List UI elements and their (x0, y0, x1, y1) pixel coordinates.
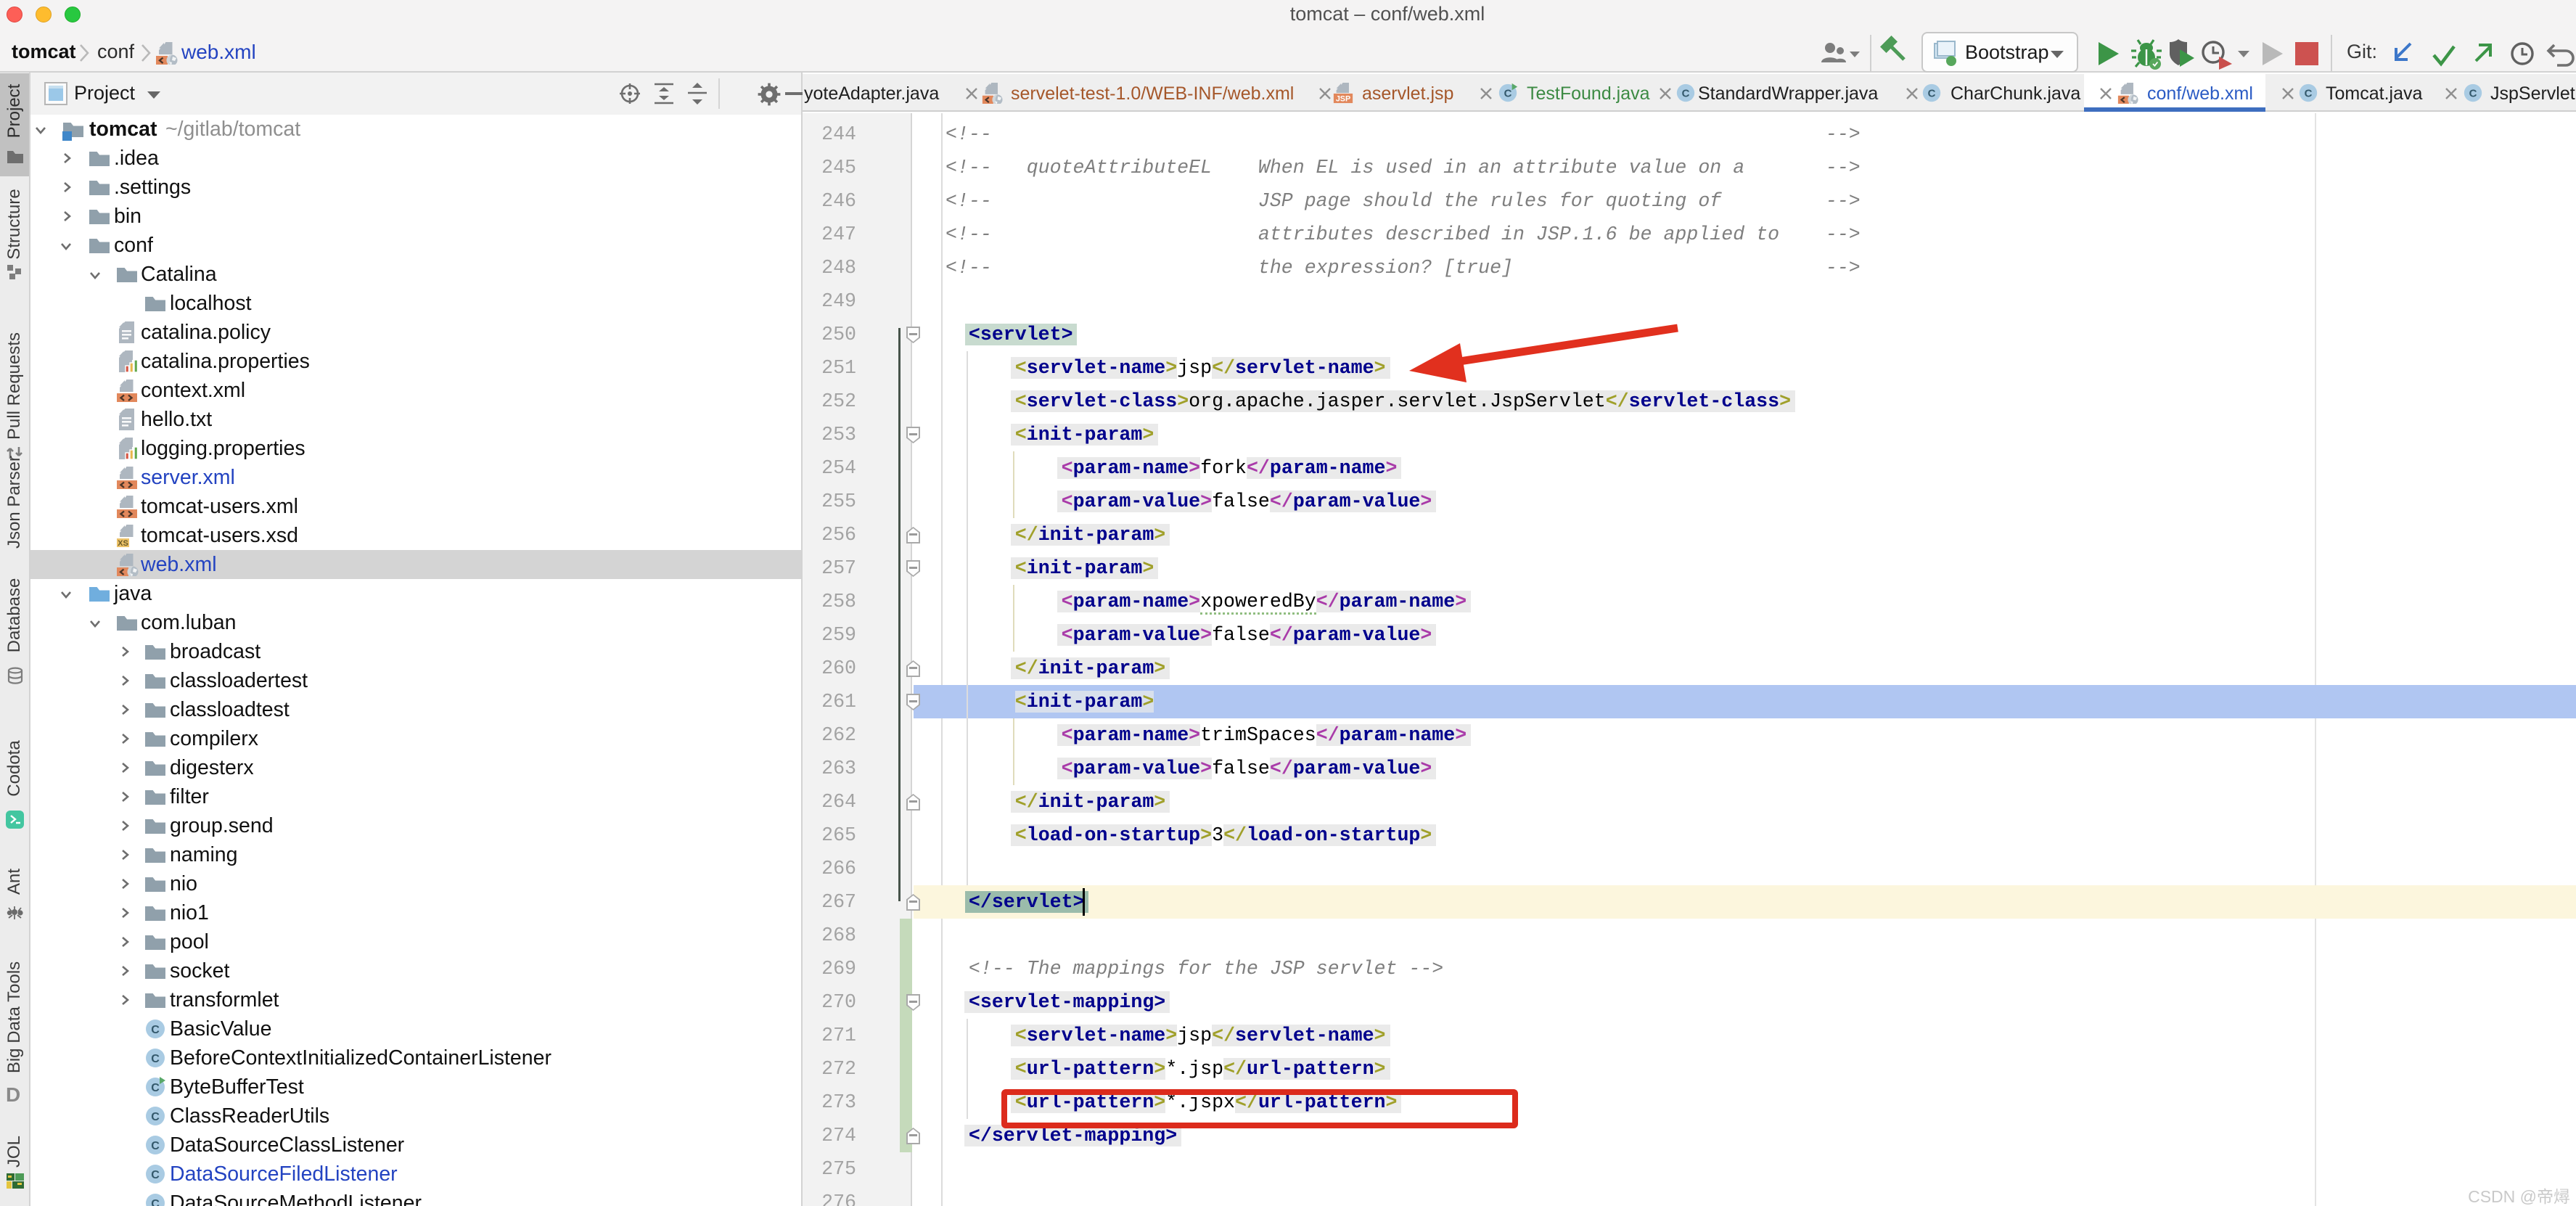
svg-text:C: C (1928, 88, 1936, 100)
svg-text:C: C (151, 1111, 160, 1123)
svg-text:C: C (2469, 88, 2477, 100)
svg-text:C: C (151, 1024, 160, 1036)
svg-text:XS: XS (118, 539, 128, 547)
svg-text:C: C (1682, 88, 1690, 100)
svg-text:C: C (151, 1053, 160, 1065)
svg-text:C: C (151, 1140, 160, 1152)
svg-text:C: C (2305, 88, 2313, 100)
svg-text:C: C (151, 1169, 160, 1181)
svg-text:C: C (151, 1198, 160, 1206)
svg-text:C: C (1504, 88, 1512, 100)
svg-text:JSP: JSP (1336, 95, 1350, 104)
svg-text:C: C (151, 1082, 160, 1094)
